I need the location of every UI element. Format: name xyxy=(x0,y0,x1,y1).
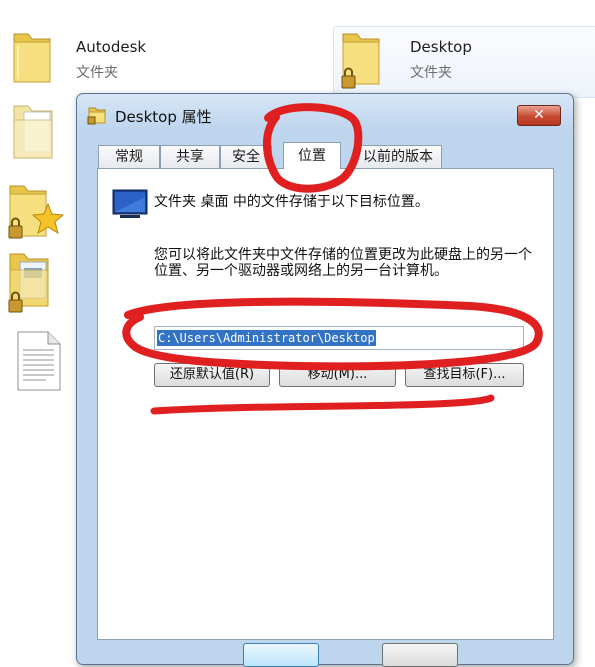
dialog-title: Desktop 属性 xyxy=(115,108,212,126)
cancel-button[interactable] xyxy=(382,643,458,667)
properties-dialog: Desktop 属性 ✕ 常规 共享 安全 位置 以前的版本 文件夹 桌面 中的… xyxy=(76,93,574,667)
location-panel: 文件夹 桌面 中的文件存储于以下目标位置。 您可以将此文件夹中文件存储的位置更改… xyxy=(97,168,554,640)
item-type: 文件夹 xyxy=(76,65,118,81)
move-button[interactable]: 移动(M)... xyxy=(279,363,396,387)
item-name: Autodesk xyxy=(76,38,147,56)
folder-documents-icon[interactable] xyxy=(10,100,60,166)
close-button[interactable]: ✕ xyxy=(517,105,561,126)
location-path-input[interactable]: C:\Users\Administrator\Desktop xyxy=(154,326,524,350)
tab-previous-versions[interactable]: 以前的版本 xyxy=(354,145,442,168)
tab-general[interactable]: 常规 xyxy=(98,145,160,168)
item-name: Desktop xyxy=(410,38,472,56)
ok-button[interactable] xyxy=(243,643,319,667)
tab-location[interactable]: 位置 xyxy=(283,142,341,169)
restore-default-button[interactable]: 还原默认值(R) xyxy=(154,363,270,387)
folder-locked-icon[interactable] xyxy=(337,28,387,94)
find-target-button[interactable]: 查找目标(F)... xyxy=(405,363,524,387)
desktop-monitor-icon xyxy=(112,189,148,218)
folder-icon[interactable] xyxy=(10,28,54,88)
explorer-item-autodesk[interactable]: Autodesk 文件夹 xyxy=(76,38,316,86)
folder-locked-icon[interactable] xyxy=(6,248,56,318)
folder-icon xyxy=(87,107,106,125)
location-heading: 文件夹 桌面 中的文件存储于以下目标位置。 xyxy=(154,194,429,210)
item-type: 文件夹 xyxy=(410,65,452,81)
tab-sharing[interactable]: 共享 xyxy=(160,145,220,168)
tab-security[interactable]: 安全 xyxy=(220,145,272,168)
selected-path-text: C:\Users\Administrator\Desktop xyxy=(157,330,376,346)
explorer-item-desktop[interactable]: Desktop 文件夹 xyxy=(410,38,580,86)
text-file-icon[interactable] xyxy=(16,330,62,392)
location-description: 您可以将此文件夹中文件存储的位置更改为此硬盘上的另一个位置、另一个驱动器或网络上… xyxy=(154,247,532,279)
favorites-folder-icon[interactable] xyxy=(6,178,64,244)
